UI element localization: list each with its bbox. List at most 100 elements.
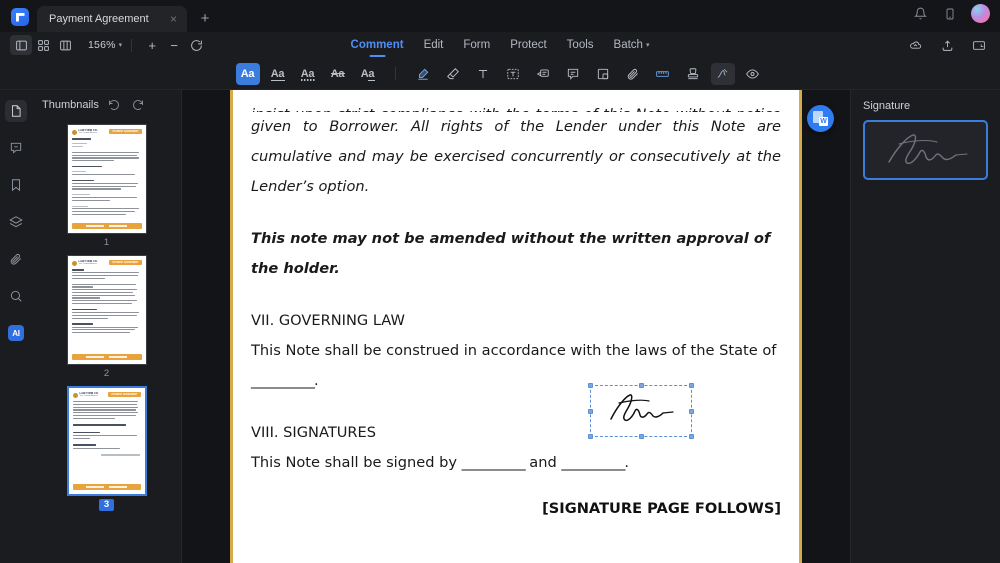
caret-decor-icon [367,79,375,81]
strikethrough-text-tool[interactable]: Aa [326,63,350,85]
firm-logo-icon [71,261,77,266]
text-box-tool[interactable] [501,63,525,85]
document-clipped-paragraph: insist upon strict compliance with the t… [251,100,781,112]
thumbnail-page-1[interactable]: LAW FIRM CO. Your Trusted Advisors PAYME… [32,124,181,249]
pdf-page[interactable]: insist upon strict compliance with the t… [230,90,802,563]
saved-signature-item[interactable] [863,120,988,180]
sidebar-item-thumbnails[interactable] [5,100,27,122]
thumbnail-page-2[interactable]: LAW FIRM CO. Your Trusted Advisors PAYME… [32,255,181,380]
tab-bar: Payment Agreement × + [0,0,1000,32]
highlight-text-tool[interactable]: Aa [235,62,260,85]
sidebar-toggle-icon[interactable] [10,35,32,55]
new-tab-button[interactable]: + [193,6,217,30]
highlighter-pen-tool[interactable] [411,63,435,85]
measure-tool[interactable] [651,63,675,85]
zoom-in-button[interactable]: + [141,35,163,55]
top-toolbar-right [904,35,990,55]
zoom-control[interactable]: 156% ▾ [88,39,122,51]
share-upload-icon[interactable] [936,35,958,55]
thumbnails-header: Thumbnails [32,90,181,120]
tab-protect-label: Protect [510,39,547,51]
sticky-note-tool[interactable] [561,63,585,85]
resize-handle[interactable] [638,434,644,439]
underline-text-tool[interactable]: Aa [266,63,290,85]
chevron-down-icon[interactable]: ▾ [119,41,123,49]
main-body: AI Thumbnails LAW FIRM CO. Your Trusted … [0,90,1000,563]
signature-tool[interactable] [710,62,735,85]
stamp-tool[interactable] [681,63,705,85]
attach-file-tool[interactable] [621,63,645,85]
resize-handle[interactable] [588,408,593,414]
firm-tagline: Your Trusted Advisors [79,395,98,398]
firm-logo-icon [71,130,77,135]
convert-to-word-button[interactable]: W [807,105,834,132]
resize-handle[interactable] [689,383,694,388]
notifications-bell-icon[interactable] [911,5,929,23]
signature-panel: Signature [850,90,1000,563]
thumbnail-page-number: 1 [103,237,110,248]
sidebar-item-bookmarks[interactable] [5,174,27,196]
tab-tools[interactable]: Tools [567,32,594,58]
thumbnail-image[interactable]: LAW FIRM CO. Your Trusted Advisors PAYME… [66,124,147,234]
tab-protect[interactable]: Protect [510,32,546,58]
placed-signature-annotation[interactable] [588,383,694,439]
tab-form-label: Form [463,39,491,51]
zoom-out-button[interactable]: − [163,35,185,55]
avatar[interactable] [971,4,990,23]
heading-governing-law: VII. GOVERNING LAW [251,312,405,329]
chevron-down-icon[interactable]: ▾ [646,41,650,49]
squiggly-decor-icon [300,78,315,81]
word-file-icon: W [813,111,828,126]
tab-comment[interactable]: Comment [351,32,404,58]
resize-handle[interactable] [689,434,694,439]
squiggly-underline-tool[interactable]: Aa [296,63,320,85]
mobile-device-icon[interactable] [941,5,959,23]
thumbnail-page-number: 2 [103,368,110,379]
tab-batch-label: Batch [613,39,643,51]
present-screen-icon[interactable] [968,35,990,55]
callout-tool[interactable] [531,63,555,85]
rotate-left-icon[interactable] [105,96,123,114]
divider [394,67,396,80]
tab-title: Payment Agreement [49,13,149,25]
tool-label: Aa [270,67,285,80]
convert-glyph: W [819,117,828,126]
rotate-view-icon[interactable] [185,35,207,55]
resize-handle[interactable] [588,383,593,388]
replace-text-tool[interactable]: Aa [356,63,380,85]
sidebar-item-layers[interactable] [5,211,27,233]
thumbnail-image[interactable]: LAW FIRM CO. Your Trusted Advisors PAYME… [66,255,147,365]
shape-rectangle-tool[interactable] [591,63,615,85]
eraser-tool[interactable] [441,63,465,85]
document-viewer[interactable]: insist upon strict compliance with the t… [182,90,850,563]
resize-handle[interactable] [588,434,593,439]
thumbnails-list[interactable]: LAW FIRM CO. Your Trusted Advisors PAYME… [32,120,181,563]
split-view-icon[interactable] [54,35,76,55]
tab-batch[interactable]: Batch ▾ [614,32,650,58]
add-text-tool[interactable] [471,63,495,85]
thumbnails-panel: Thumbnails LAW FIRM CO. Your Trusted Adv… [32,90,182,563]
grid-view-icon[interactable] [32,35,54,55]
sign-blank-2: __________. [561,454,629,471]
sidebar-item-search[interactable] [5,285,27,307]
thumbnail-page-number: 3 [98,499,115,511]
firm-tagline: Your Trusted Advisors [78,132,97,135]
rotate-right-icon[interactable] [129,96,147,114]
sidebar-item-attachments[interactable] [5,248,27,270]
top-toolbar: 156% ▾ + − Comment Edit Form Protect Too… [0,32,1000,58]
tab-form[interactable]: Form [463,32,490,58]
resize-handle[interactable] [638,383,644,388]
show-comments-tool[interactable] [741,63,765,85]
sidebar-item-ai-assistant[interactable]: AI [5,322,27,344]
cloud-sync-icon[interactable] [904,35,926,55]
sidebar-item-comments[interactable] [5,137,27,159]
resize-handle[interactable] [689,408,694,414]
document-tab[interactable]: Payment Agreement × [37,6,187,32]
tab-edit[interactable]: Edit [424,32,444,58]
thumbnail-image[interactable]: LAW FIRM CO. Your Trusted Advisors PAYME… [66,386,147,496]
heading-signatures: VIII. SIGNATURES [251,424,377,441]
close-icon[interactable]: × [166,12,181,27]
thumbnail-page-3[interactable]: LAW FIRM CO. Your Trusted Advisors PAYME… [32,386,181,511]
